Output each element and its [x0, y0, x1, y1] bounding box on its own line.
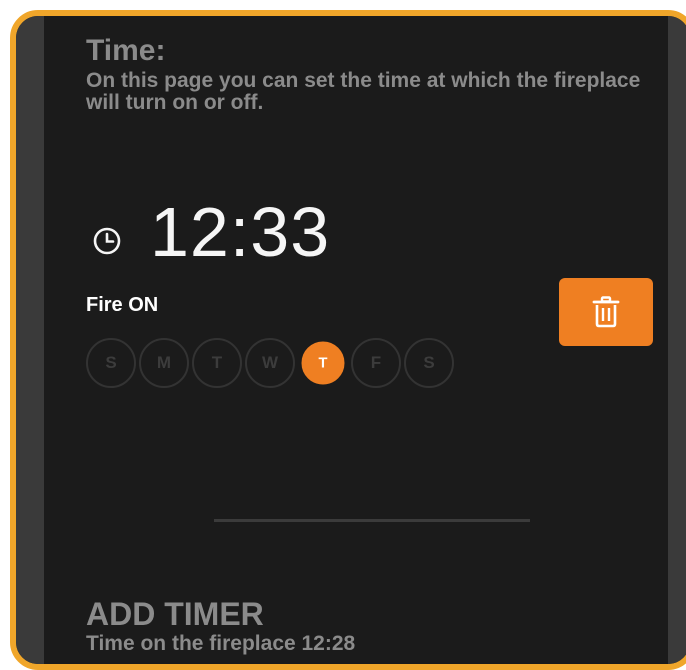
right-edge — [668, 16, 686, 664]
timer-panel: Time: On this page you can set the time … — [44, 16, 668, 664]
timer-action-label: Fire ON — [86, 294, 159, 316]
timer-time[interactable]: 12:33 — [150, 192, 330, 272]
trash-icon — [592, 296, 620, 328]
day-toggle-saturday[interactable]: S — [404, 338, 454, 388]
weekday-selector: S M T W T F S — [86, 338, 454, 388]
day-toggle-wednesday[interactable]: W — [245, 338, 295, 388]
day-toggle-thursday[interactable]: T — [301, 341, 345, 385]
day-toggle-sunday[interactable]: S — [86, 338, 136, 388]
delete-timer-button[interactable] — [559, 278, 653, 346]
day-toggle-friday[interactable]: F — [351, 338, 401, 388]
add-timer-button[interactable]: ADD TIMER — [86, 596, 264, 633]
day-toggle-monday[interactable]: M — [139, 338, 189, 388]
day-toggle-tuesday[interactable]: T — [192, 338, 242, 388]
device-frame: Time: On this page you can set the time … — [10, 10, 686, 670]
left-edge — [16, 16, 44, 664]
add-timer-subtitle: Time on the fireplace 12:28 — [86, 632, 356, 655]
page-description: On this page you can set the time at whi… — [86, 69, 641, 114]
divider — [214, 519, 530, 522]
page-title: Time: — [86, 34, 166, 67]
clock-icon — [93, 227, 121, 255]
